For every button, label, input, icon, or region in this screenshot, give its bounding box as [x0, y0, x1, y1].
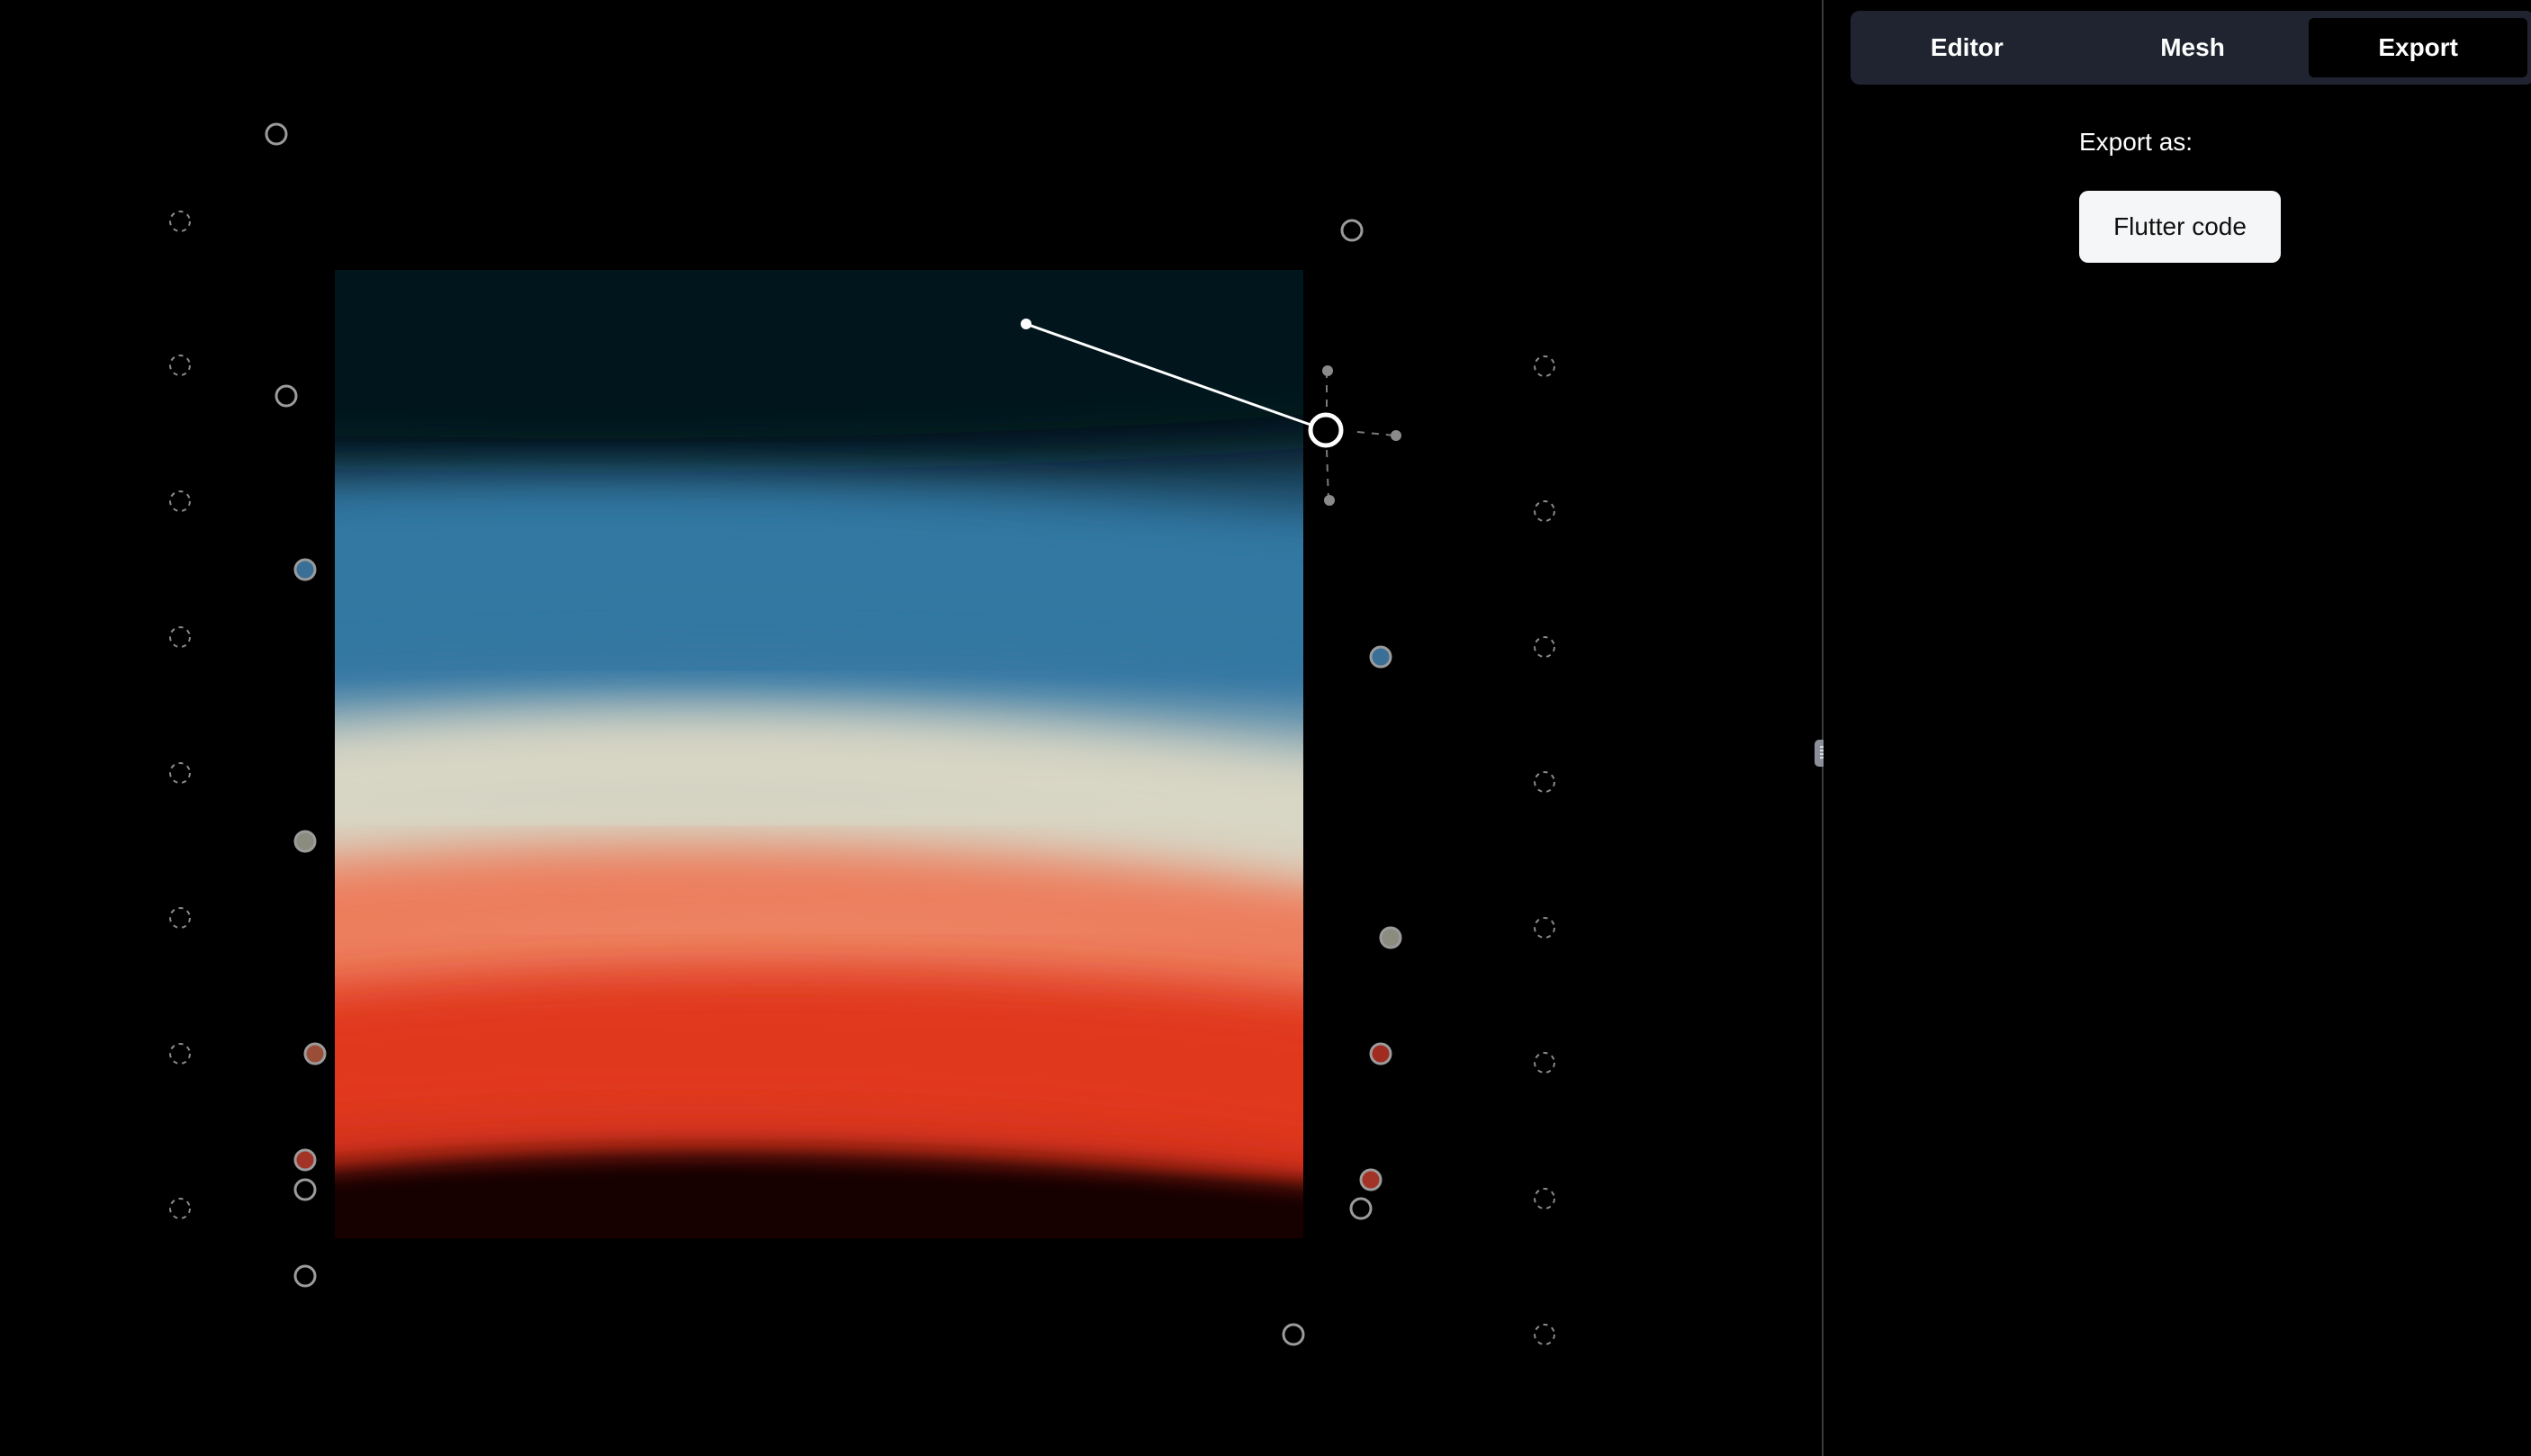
- mesh-vertex[interactable]: [265, 122, 288, 146]
- tab-editor[interactable]: Editor: [1858, 18, 2076, 77]
- mesh-vertex[interactable]: [1369, 1042, 1392, 1065]
- edge-handle[interactable]: [169, 907, 191, 929]
- edge-handle[interactable]: [1534, 500, 1555, 522]
- edge-handle[interactable]: [169, 211, 191, 232]
- flutter-code-button[interactable]: Flutter code: [2079, 191, 2281, 263]
- tab-export[interactable]: Export: [2309, 18, 2528, 77]
- edge-handle[interactable]: [1534, 771, 1555, 793]
- tangent-handle-up[interactable]: [1322, 365, 1333, 376]
- edge-handle[interactable]: [1534, 1188, 1555, 1209]
- mesh-gradient-preview[interactable]: [335, 270, 1303, 1238]
- mesh-vertex[interactable]: [293, 1148, 317, 1172]
- mesh-vertex[interactable]: [1282, 1323, 1305, 1346]
- edge-handle[interactable]: [1534, 1052, 1555, 1074]
- tab-bar: Editor Mesh Export: [1851, 11, 2531, 85]
- app-root: Editor Mesh Export Export as: Flutter co…: [0, 0, 2531, 1456]
- mesh-vertex[interactable]: [293, 558, 317, 581]
- edge-handle[interactable]: [1534, 636, 1555, 658]
- mesh-vertex[interactable]: [1369, 645, 1392, 669]
- mesh-vertex[interactable]: [293, 830, 317, 853]
- tangent-handle[interactable]: [1021, 319, 1031, 329]
- tab-mesh[interactable]: Mesh: [2084, 18, 2302, 77]
- edge-handle[interactable]: [169, 1198, 191, 1219]
- export-heading: Export as:: [2079, 128, 2193, 156]
- tangent-handle-down[interactable]: [1324, 495, 1335, 506]
- mesh-vertex[interactable]: [293, 1178, 317, 1201]
- right-edge-handles: [1534, 355, 1555, 1345]
- tangent-line-down: [1326, 449, 1329, 501]
- mesh-vertex[interactable]: [1340, 219, 1364, 242]
- edge-handle[interactable]: [169, 762, 191, 784]
- left-vertices: [265, 122, 327, 1288]
- mesh-vertex[interactable]: [293, 1264, 317, 1288]
- mesh-vertex[interactable]: [1379, 926, 1402, 949]
- tangent-handle-right[interactable]: [1391, 430, 1401, 441]
- mesh-canvas-area[interactable]: [0, 0, 1822, 1456]
- tangent-line-right: [1356, 431, 1396, 436]
- edge-handle[interactable]: [169, 355, 191, 376]
- edge-handle[interactable]: [169, 1043, 191, 1065]
- edge-handle[interactable]: [169, 490, 191, 512]
- side-panel: Editor Mesh Export Export as: Flutter co…: [1824, 0, 2531, 1456]
- mesh-vertex[interactable]: [1349, 1197, 1373, 1220]
- left-edge-handles: [169, 211, 191, 1219]
- selected-mesh-vertex[interactable]: [1308, 412, 1344, 448]
- edge-handle[interactable]: [1534, 1324, 1555, 1345]
- mesh-vertex[interactable]: [303, 1042, 327, 1065]
- mesh-vertex[interactable]: [1359, 1168, 1383, 1191]
- gradient-band-top: [335, 270, 1303, 455]
- mesh-vertex[interactable]: [275, 384, 298, 408]
- edge-handle[interactable]: [1534, 917, 1555, 939]
- gradient-render: [335, 270, 1303, 1238]
- edge-handle[interactable]: [169, 626, 191, 648]
- edge-handle[interactable]: [1534, 355, 1555, 377]
